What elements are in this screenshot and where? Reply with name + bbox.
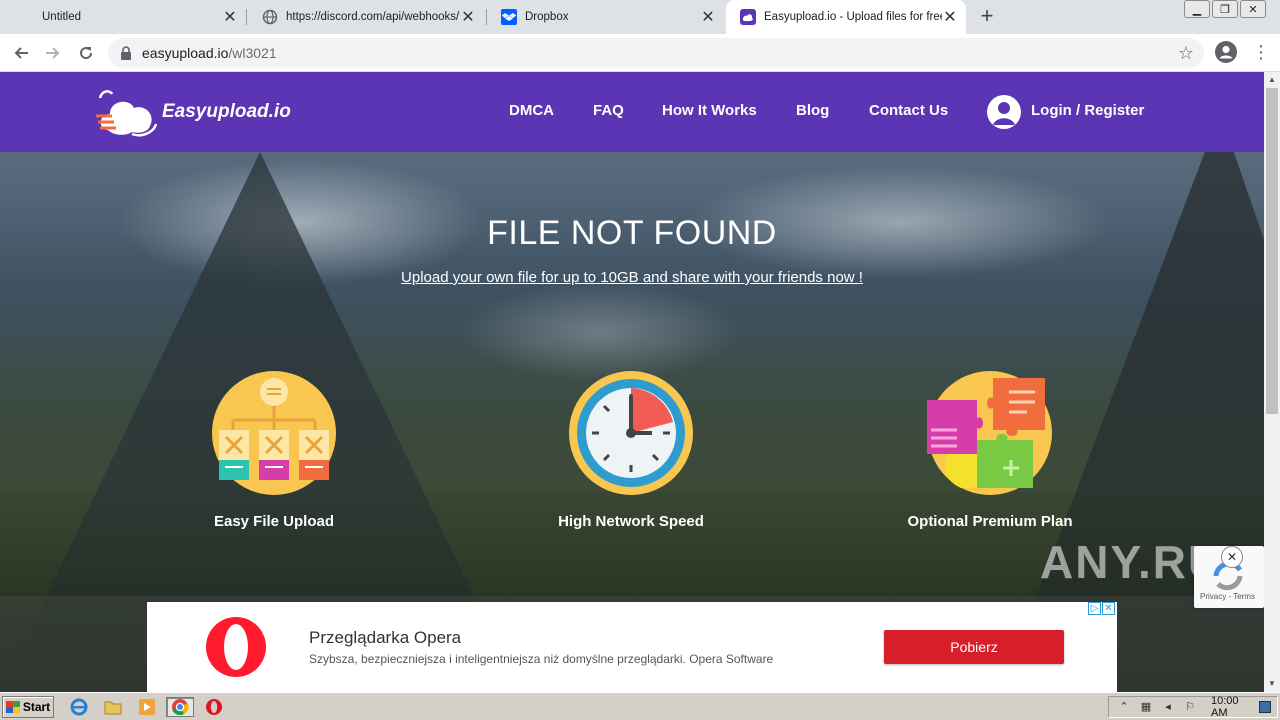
opera-logo-icon [205,616,267,678]
nav-contact-us[interactable]: Contact Us [869,102,948,119]
folder-icon[interactable] [102,697,124,717]
close-icon[interactable]: ✕ [700,9,716,26]
scroll-down-icon[interactable]: ▼ [1264,676,1280,692]
tab-easyupload[interactable]: Easyupload.io - Upload files for free ✕ [726,0,966,34]
page-scrollbar[interactable]: ▲ ▼ [1264,72,1280,692]
ad-close-icon[interactable]: ✕ [1102,602,1115,615]
easyupload-favicon-icon [740,9,756,25]
scroll-thumb[interactable] [1266,88,1278,414]
recaptcha-links[interactable]: Privacy - Terms [1200,592,1255,601]
close-icon[interactable]: ✕ [942,9,958,26]
tray-expand-icon[interactable]: ⌃ [1117,700,1131,714]
tab-untitled[interactable]: Untitled ✕ [28,0,246,34]
restore-icon[interactable]: ❐ [1212,0,1238,18]
ie-icon[interactable] [68,697,90,717]
lock-icon [120,46,132,60]
close-icon[interactable]: ✕ [1221,546,1243,568]
login-register-link[interactable]: Login / Register [1031,102,1144,119]
site-header: Easyupload.io DMCA FAQ How It Works Blog… [0,72,1264,152]
reload-icon[interactable] [75,42,97,64]
forward-arrow-icon[interactable] [42,42,64,64]
site-logo[interactable]: Easyupload.io [96,84,291,140]
nav-how-it-works[interactable]: How It Works [662,102,757,119]
volume-icon[interactable]: ◂ [1161,700,1175,714]
network-icon[interactable]: ▦ [1139,700,1153,714]
webpage: Easyupload.io DMCA FAQ How It Works Blog… [0,72,1264,692]
nav-blog[interactable]: Blog [796,102,829,119]
back-arrow-icon[interactable] [10,42,32,64]
window-controls: ▁ ❐ ✕ [1182,0,1266,18]
new-tab-icon[interactable]: + [976,5,998,28]
tab-dropbox[interactable]: Dropbox ✕ [487,0,724,34]
feature-high-speed: High Network Speed [511,370,751,530]
tab-strip: Untitled ✕ https://discord.com/api/webho… [0,0,1280,34]
adchoices-info-icon[interactable]: ▷ [1088,602,1101,615]
nav-dmca[interactable]: DMCA [509,102,554,119]
globe-icon [262,9,278,25]
bookmark-star-icon[interactable]: ☆ [1178,43,1194,64]
ad-download-button[interactable]: Pobierz [884,630,1064,664]
dropbox-icon [501,9,517,25]
media-player-icon[interactable] [136,697,158,717]
minimize-icon[interactable]: ▁ [1184,0,1210,18]
user-avatar-icon[interactable] [987,95,1021,129]
feature-easy-upload: Easy File Upload [154,370,394,530]
close-icon[interactable]: ✕ [460,9,476,26]
cloud-logo-icon [96,90,158,137]
ad-description: Szybsza, bezpieczniejsza i inteligentnie… [309,652,774,666]
ad-title: Przeglądarka Opera [309,628,462,647]
browser-menu-icon[interactable]: ⋮ [1252,42,1270,62]
windows-logo-icon [5,701,20,713]
opera-ad-banner[interactable]: Przeglądarka Opera Szybsza, bezpieczniej… [147,602,1117,692]
adchoices[interactable]: ▷ ✕ [1087,602,1115,615]
scroll-up-icon[interactable]: ▲ [1264,72,1280,88]
puzzle-icon [927,370,1053,496]
show-desktop-icon[interactable] [1259,701,1271,713]
system-tray: ⌃ ▦ ◂ ⚐ 10:00 AM [1108,695,1278,719]
upload-cta-link[interactable]: Upload your own file for up to 10GB and … [0,269,1264,286]
chrome-icon[interactable] [166,697,194,717]
profile-icon[interactable] [1215,41,1237,63]
clock-icon [568,370,694,496]
nav-faq[interactable]: FAQ [593,102,624,119]
start-button[interactable]: Start [2,696,54,718]
feature-premium-plan: Optional Premium Plan [870,370,1110,530]
org-chart-icon [211,370,337,496]
close-icon[interactable]: ✕ [222,9,238,26]
tab-separator [246,9,247,25]
address-bar[interactable]: easyupload.io/wl3021 ☆ [108,38,1204,68]
opera-taskbar-icon[interactable] [203,697,225,717]
windows-taskbar: Start ⌃ ▦ ◂ ⚐ 10:00 AM [0,692,1280,720]
tab-discord[interactable]: https://discord.com/api/webhooks/9 ✕ [248,0,484,34]
browser-toolbar: easyupload.io/wl3021 ☆ ⋮ [0,34,1280,72]
flag-icon[interactable]: ⚐ [1183,700,1197,714]
clock: 10:00 AM [1211,695,1239,719]
page-title: FILE NOT FOUND [487,214,777,252]
close-window-icon[interactable]: ✕ [1240,0,1266,18]
